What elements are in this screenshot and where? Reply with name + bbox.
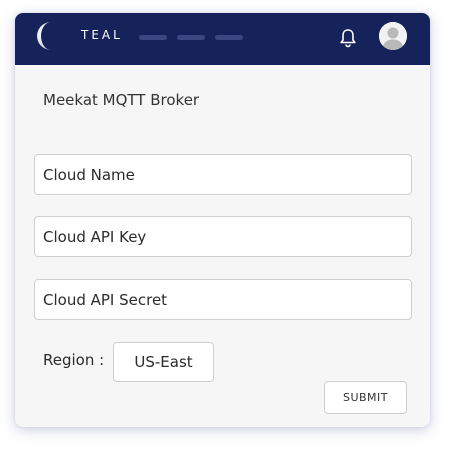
avatar-silhouette-icon (379, 22, 407, 50)
nav-placeholder-1[interactable] (139, 35, 167, 40)
cloud-api-key-input[interactable] (34, 216, 412, 257)
nav-placeholder-2[interactable] (177, 35, 205, 40)
user-avatar-icon[interactable] (379, 22, 407, 50)
region-select[interactable]: US-East (113, 342, 214, 382)
region-label: Region : (43, 351, 105, 369)
brand-name: TEAL (81, 28, 123, 42)
submit-button[interactable]: SUBMIT (324, 381, 407, 414)
top-navigation-bar: TEAL (15, 13, 430, 65)
cloud-api-secret-input[interactable] (34, 279, 412, 320)
page-title: Meekat MQTT Broker (43, 91, 200, 109)
crescent-moon-icon (37, 22, 51, 50)
nav-placeholder-3[interactable] (215, 35, 243, 40)
broker-settings-card: TEAL Meekat MQTT Broker Region : US-East… (15, 13, 430, 427)
bell-icon[interactable] (339, 28, 357, 48)
cloud-name-input[interactable] (34, 154, 412, 195)
region-select-value: US-East (134, 353, 193, 371)
